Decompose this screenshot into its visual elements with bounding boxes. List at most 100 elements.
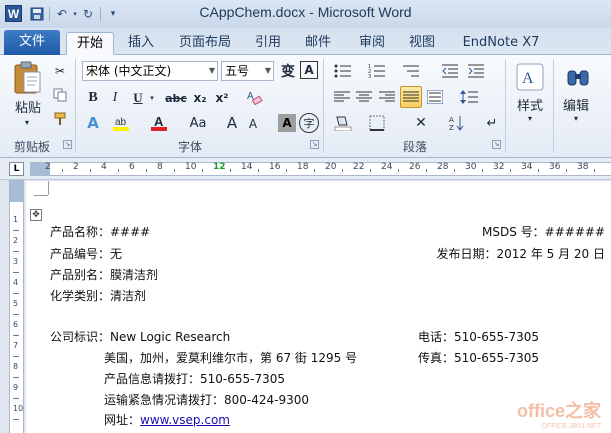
font-name-dropdown[interactable]: 宋体 (中文正文) ▼ <box>82 61 218 81</box>
tab-insert[interactable]: 插入 <box>121 32 161 55</box>
ruler-tick-label: 26 <box>409 162 421 172</box>
binoculars-icon[interactable] <box>562 61 594 93</box>
paste-button-label[interactable]: 粘贴 <box>10 97 46 116</box>
align-right-icon[interactable] <box>377 87 397 107</box>
address-line: 美国，加州，爱莫利维尔市，第 67 街 1295 号 <box>104 351 358 365</box>
horizontal-ruler[interactable]: 2 2 4 6 8 10 12 14 16 18 20 22 24 26 28 30 32 34 36 38 <box>30 162 611 176</box>
tab-references[interactable]: 引用 <box>250 32 286 55</box>
tab-view[interactable]: 视图 <box>404 32 440 55</box>
numbering-icon[interactable]: 123 <box>366 61 388 81</box>
ruler-tick-label: 30 <box>465 162 477 172</box>
ruler-tick <box>482 169 483 172</box>
highlight-color-icon[interactable]: ab <box>110 113 132 133</box>
bullets-icon[interactable] <box>332 61 354 81</box>
ruler-tick <box>202 169 203 172</box>
tab-page-layout[interactable]: 页面布局 <box>172 32 238 55</box>
phonetic-guide-icon[interactable]: 变 <box>278 61 298 81</box>
enclose-characters-button[interactable]: 字 <box>299 113 319 133</box>
change-case-button[interactable]: Aa <box>183 113 213 133</box>
font-size-dropdown[interactable]: 五号 ▼ <box>221 61 274 81</box>
msds-number-line: MSDS 号：###### <box>482 225 605 239</box>
product-code-line: 产品编号：无 <box>50 247 123 261</box>
svg-text:A: A <box>449 116 454 124</box>
ruler-tick <box>62 169 63 172</box>
vertical-ruler-label: 2 <box>13 236 19 245</box>
tab-mailings[interactable]: 邮件 <box>300 32 336 55</box>
align-left-icon[interactable] <box>332 87 352 107</box>
chinese-layout-icon[interactable]: ✕ <box>410 113 432 133</box>
vertical-ruler-label: 5 <box>13 299 19 308</box>
vertical-ruler-label: 8 <box>13 362 19 371</box>
vertical-ruler-tick <box>13 398 19 399</box>
decrease-indent-icon[interactable] <box>440 61 460 81</box>
multilevel-list-icon[interactable] <box>400 61 422 81</box>
font-launcher-icon[interactable]: ↘ <box>310 140 319 149</box>
svg-text:A: A <box>154 114 164 129</box>
crop-mark <box>34 195 48 196</box>
editing-button-label[interactable]: 编辑 <box>554 95 598 114</box>
underline-button[interactable]: U <box>129 89 147 107</box>
paragraph-launcher-icon[interactable]: ↘ <box>492 140 501 149</box>
line-spacing-icon[interactable] <box>458 87 480 107</box>
sort-icon[interactable]: AZ <box>446 113 468 133</box>
ruler-tick <box>538 169 539 172</box>
horizontal-ruler-row: L 2 2 4 6 8 10 12 14 16 18 20 22 24 26 28 30 32 34 36 38 <box>0 158 611 180</box>
styles-button-label[interactable]: 样式 <box>508 95 552 114</box>
shading-icon[interactable] <box>332 113 354 133</box>
distributed-icon[interactable] <box>425 87 445 107</box>
website-link[interactable]: www.vsep.com <box>140 413 230 427</box>
tab-endnote[interactable]: EndNote X7 <box>460 32 542 55</box>
cut-icon[interactable]: ✂ <box>52 63 68 79</box>
show-hide-marks-icon[interactable]: ↵ <box>481 113 503 133</box>
editing-dropdown-icon[interactable]: ▾ <box>571 113 581 123</box>
underline-dropdown-icon[interactable]: ▾ <box>148 89 156 107</box>
watermark-sub: OFFICE.JB51.NET <box>541 423 601 430</box>
font-name-value: 宋体 (中文正文) <box>86 64 172 78</box>
window-title: CAppChem.docx - Microsoft Word <box>199 4 412 20</box>
ruler-tick-label: 2 <box>45 162 51 172</box>
font-color-icon[interactable]: A <box>148 113 170 133</box>
character-border-icon[interactable]: A <box>300 61 318 79</box>
superscript-button[interactable]: x² <box>213 89 231 107</box>
vertical-ruler[interactable]: 1 2 3 4 5 6 7 8 9 10 <box>9 180 24 433</box>
strikethrough-button[interactable]: abc <box>164 89 188 107</box>
styles-icon[interactable]: A <box>514 61 546 93</box>
ruler-tick <box>174 169 175 172</box>
grow-font-button[interactable]: A <box>222 113 242 133</box>
vertical-ruler-tick <box>13 272 19 273</box>
ruler-tick <box>342 169 343 172</box>
ruler-tick <box>90 169 91 172</box>
justify-icon[interactable] <box>400 86 422 108</box>
paste-icon[interactable] <box>10 59 46 97</box>
tab-review[interactable]: 审阅 <box>354 32 390 55</box>
clipboard-launcher-icon[interactable]: ↘ <box>63 140 72 149</box>
paste-dropdown-icon[interactable]: ▾ <box>21 117 33 127</box>
document-page[interactable]: ✥ 产品名称：#### MSDS 号：###### 产品编号：无 发布日期：20… <box>26 181 611 433</box>
character-shading-button[interactable]: A <box>278 114 296 132</box>
styles-dropdown-icon[interactable]: ▾ <box>525 113 535 123</box>
ruler-tick-label: 16 <box>269 162 281 172</box>
product-name-line: 产品名称：#### <box>50 225 151 239</box>
borders-icon[interactable] <box>366 113 388 133</box>
company-line: 公司标识：New Logic Research <box>50 330 231 344</box>
copy-icon[interactable] <box>52 87 68 103</box>
italic-button[interactable]: I <box>106 89 124 107</box>
bold-button[interactable]: B <box>84 89 102 107</box>
tab-home[interactable]: 开始 <box>66 32 114 55</box>
format-painter-icon[interactable] <box>52 111 68 127</box>
ruler-tick-label: 28 <box>437 162 449 172</box>
text-effects-icon[interactable]: A <box>82 113 104 133</box>
tab-selector[interactable]: L <box>9 162 24 176</box>
clear-formatting-icon[interactable]: A <box>244 87 264 107</box>
table-move-handle-icon[interactable]: ✥ <box>30 209 42 221</box>
increase-indent-icon[interactable] <box>466 61 486 81</box>
vertical-ruler-label: 1 <box>13 215 19 224</box>
align-center-icon[interactable] <box>354 87 374 107</box>
crop-mark <box>48 181 49 195</box>
shrink-font-button[interactable]: A <box>244 115 262 133</box>
subscript-button[interactable]: x₂ <box>191 89 209 107</box>
ruler-tick <box>510 169 511 172</box>
tab-file[interactable]: 文件 <box>4 30 60 55</box>
vertical-ruler-tick <box>13 293 19 294</box>
font-size-value: 五号 <box>225 64 250 78</box>
